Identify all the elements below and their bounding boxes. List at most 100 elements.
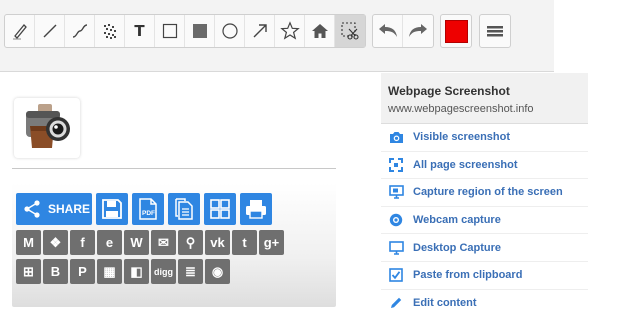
crop-cut-icon xyxy=(341,22,359,40)
blogger-share-button[interactable]: B xyxy=(43,259,68,284)
color-group xyxy=(440,14,472,48)
circle-tool-button[interactable] xyxy=(215,15,245,47)
menu-header: Webpage Screenshot www.webpagescreenshot… xyxy=(381,73,588,124)
share-button[interactable]: SHARE xyxy=(16,193,92,225)
arrow-icon xyxy=(253,24,267,38)
options-menu-button[interactable] xyxy=(480,15,510,47)
menu-item-desktop-capture[interactable]: Desktop Capture xyxy=(381,234,588,262)
blur-icon xyxy=(103,24,116,39)
windows-share-button[interactable]: ⊞ xyxy=(16,259,41,284)
digg-share-button[interactable]: digg xyxy=(151,259,176,284)
history-group xyxy=(372,14,434,48)
home-tool-button[interactable] xyxy=(305,15,335,47)
save-button[interactable] xyxy=(96,193,128,225)
gmail-share-button[interactable]: M xyxy=(16,230,41,255)
grid-button[interactable] xyxy=(204,193,236,225)
google-plus-icon: g+ xyxy=(263,235,280,250)
menu-item-label: Edit content xyxy=(413,297,477,310)
menu-item-capture-region[interactable]: Capture region of the screen xyxy=(381,179,588,207)
blur-tool-button[interactable] xyxy=(95,15,125,47)
rectangle-tool-button[interactable] xyxy=(155,15,185,47)
facebook-share-button[interactable]: f xyxy=(70,230,95,255)
redo-button[interactable] xyxy=(403,15,433,47)
menu-item-webcam-capture[interactable]: Webcam capture xyxy=(381,207,588,235)
home-icon xyxy=(311,24,328,38)
tumblr-share-button[interactable]: t xyxy=(232,230,257,255)
menu-item-edit-content[interactable]: Edit content xyxy=(381,290,588,318)
arrow-tool-button[interactable] xyxy=(245,15,275,47)
copy-button[interactable] xyxy=(168,193,200,225)
menu-item-visible-screenshot[interactable]: Visible screenshot xyxy=(381,124,588,152)
curve-icon xyxy=(72,24,87,38)
line-tool-button[interactable] xyxy=(35,15,65,47)
delicious-share-button[interactable]: ◧ xyxy=(124,259,149,284)
undo-icon xyxy=(378,24,397,37)
search-share-button[interactable]: ⚲ xyxy=(178,230,203,255)
qr-code-share-button[interactable]: ▦ xyxy=(97,259,122,284)
text-tool-button[interactable]: T xyxy=(125,15,155,47)
menu-item-all-page-screenshot[interactable]: All page screenshot xyxy=(381,152,588,180)
menu-group xyxy=(479,14,511,48)
share-services-row: ⊞ B P ▦ ◧ digg ≣ ◉ xyxy=(16,259,230,284)
wordpress-share-button[interactable]: W xyxy=(124,230,149,255)
curve-tool-button[interactable] xyxy=(65,15,95,47)
reddit-share-button[interactable]: ◉ xyxy=(205,259,230,284)
evernote-share-button[interactable]: e xyxy=(97,230,122,255)
hamburger-icon xyxy=(487,26,503,37)
drawing-toolbar: T xyxy=(0,0,554,72)
menu-url[interactable]: www.webpagescreenshot.info xyxy=(388,103,588,115)
color-swatch xyxy=(444,19,468,43)
facebook-icon: f xyxy=(80,235,85,250)
google-plus-share-button[interactable]: g+ xyxy=(259,230,284,255)
grid-icon xyxy=(210,199,230,219)
tool-group: T xyxy=(4,14,366,48)
pdf-button[interactable]: PDF xyxy=(132,193,164,225)
reddit-icon: ◉ xyxy=(211,263,224,279)
star-tool-button[interactable] xyxy=(275,15,305,47)
email-icon: ✉ xyxy=(158,234,169,250)
crop-cut-tool-button[interactable] xyxy=(335,15,365,47)
menu-item-label: Capture region of the screen xyxy=(413,186,563,199)
webcam-icon xyxy=(389,213,403,227)
blogger-icon: B xyxy=(50,264,61,279)
pencil-tool-button[interactable] xyxy=(5,15,35,47)
color-picker-button[interactable] xyxy=(441,15,471,47)
pdf-label: PDF xyxy=(142,210,155,217)
email-share-button[interactable]: ✉ xyxy=(151,230,176,255)
menu-item-label: Paste from clipboard xyxy=(413,269,523,282)
monitor-region-icon xyxy=(388,185,404,200)
search-icon: ⚲ xyxy=(185,234,196,250)
qr-code-icon: ▦ xyxy=(103,263,116,279)
share-panel: SHARE PDF M ❖ f e W ✉ ⚲ vk t g+ ⊞ B P ▦ ◧ digg ≣ ◉ xyxy=(12,183,336,307)
pencil-edit-icon xyxy=(391,298,402,309)
pencil-icon xyxy=(12,24,27,40)
dropbox-icon: ❖ xyxy=(49,234,62,250)
dropbox-share-button[interactable]: ❖ xyxy=(43,230,68,255)
copy-icon xyxy=(175,198,193,220)
redo-icon xyxy=(409,24,427,37)
news-share-button[interactable]: ≣ xyxy=(178,259,203,284)
menu-title: Webpage Screenshot xyxy=(388,84,510,98)
vk-share-button[interactable]: vk xyxy=(205,230,230,255)
pinterest-share-button[interactable]: P xyxy=(70,259,95,284)
menu-item-label: All page screenshot xyxy=(413,158,518,171)
filled-rectangle-tool-button[interactable] xyxy=(185,15,215,47)
line-icon xyxy=(43,24,56,38)
menu-item-paste-clipboard[interactable]: Paste from clipboard xyxy=(381,262,588,290)
pdf-icon: PDF xyxy=(139,198,157,220)
text-icon: T xyxy=(134,22,145,40)
print-button[interactable] xyxy=(240,193,272,225)
star-icon xyxy=(279,21,300,40)
camera-icon xyxy=(389,131,403,143)
share-button-label: SHARE xyxy=(48,202,91,216)
share-services-row: M ❖ f e W ✉ ⚲ vk t g+ xyxy=(16,230,284,255)
rectangle-outline-icon xyxy=(162,23,177,39)
clipboard-icon xyxy=(389,268,403,283)
wordpress-icon: W xyxy=(130,235,143,250)
menu-item-label: Webcam capture xyxy=(413,214,501,227)
delicious-icon: ◧ xyxy=(130,263,143,279)
evernote-icon: e xyxy=(105,235,114,250)
undo-button[interactable] xyxy=(373,15,403,47)
circle-icon xyxy=(221,23,238,39)
rectangle-filled-icon xyxy=(192,24,207,38)
